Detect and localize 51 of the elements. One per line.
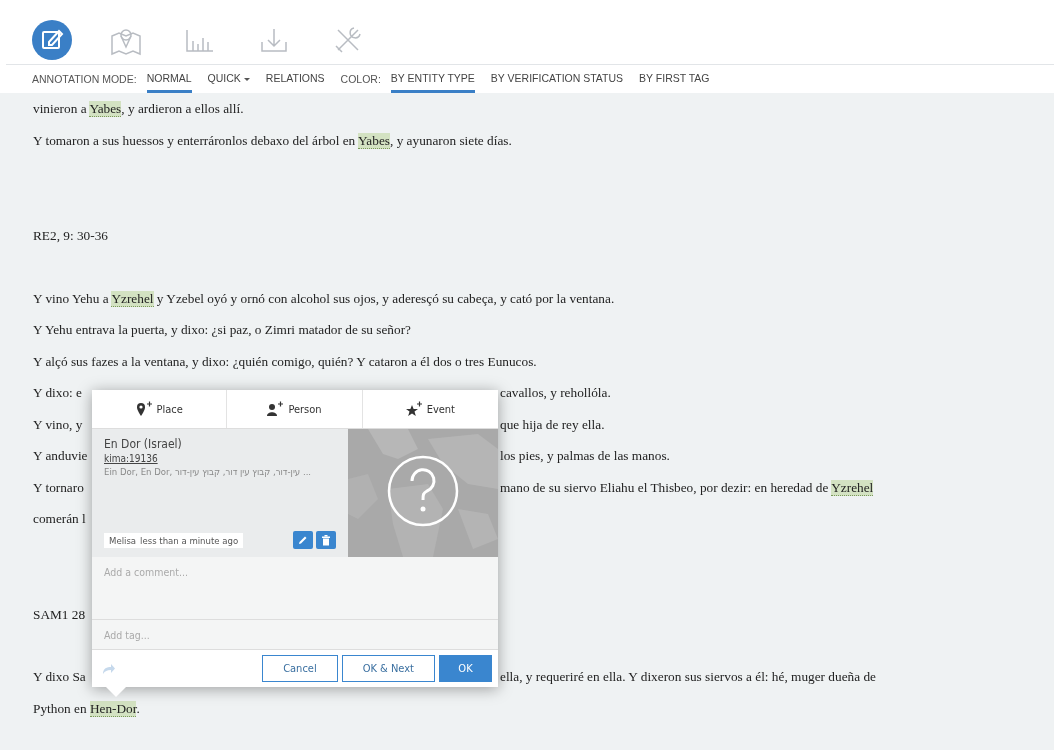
text-line: Python en Hen-Dor. [33, 699, 141, 719]
text-line: los pies, y palmas de las manos. [500, 447, 670, 465]
text-line: cavallos, y rehollóla. [500, 384, 611, 402]
person-plus-icon [267, 401, 285, 417]
entity-highlight[interactable]: Yzrehel [831, 479, 874, 496]
mode-option[interactable]: RELATIONS [265, 65, 325, 93]
timestamp: less than a minute ago [140, 534, 239, 546]
entity-highlight[interactable]: Yabes [358, 132, 390, 149]
author-name: Melisa [109, 534, 137, 546]
mode-option[interactable]: BY FIRST TAG [639, 65, 710, 93]
pin-plus-icon [135, 401, 153, 417]
text-line: Y alçó sus fazes a la ventana, y dixo: ¿quién comigo, quién? Y cataron a él dos o tres Eunucos. [33, 352, 538, 371]
entity-aliases: Ein Dor, En Dor, עין-דור, קבוץ עין דור, קבוץ עין-דור ... [104, 466, 313, 477]
edit-button[interactable] [293, 531, 313, 549]
entity-title: En Dor (Israel) [104, 437, 183, 451]
text-line: Y vino Yehu a Yzrehel y Yzebel oyó y ornó con alcohol sus ojos, y aderesçó su cabeça, y cató por la ventana. [33, 289, 616, 309]
mode-dropdown[interactable]: QUICK [207, 65, 250, 93]
place-tab[interactable]: Place [92, 390, 228, 428]
text-line: comerán l [33, 510, 86, 528]
mode-label: ANNOTATION MODE: [32, 73, 137, 85]
text-line: mano de su siervo Eliahu el Thisbeo, por dezir: en heredad de Yzrehel [500, 478, 874, 498]
caret-icon [243, 77, 250, 81]
text-line: SAM1 28 [33, 605, 86, 624]
text-line: Y tomaron a sus huessos y enterráronlos debaxo del árbol en Yabes, y ayunaron siete días. [33, 131, 513, 151]
person-tab[interactable]: Person [227, 390, 363, 428]
dialog-button[interactable]: OK & Next [341, 655, 435, 682]
star-plus-icon [405, 401, 423, 417]
trash-icon [321, 534, 331, 546]
text-line: Y dixo: e [33, 384, 82, 402]
mode-label: COLOR: [340, 73, 381, 85]
comment-field[interactable]: Add a comment... [92, 557, 498, 620]
text-line: Y tornaro [33, 478, 84, 497]
text-line: vinieron a Yabes, y ardieron a ellos allí. [33, 100, 245, 119]
entity-highlight[interactable]: Yzrehel [111, 290, 154, 307]
text-line: Y dixo Sa [33, 668, 86, 686]
mode-option[interactable]: BY VERIFICATION STATUS [490, 65, 624, 93]
confirm-button[interactable]: OK [439, 655, 492, 682]
event-tab[interactable]: Event [362, 390, 498, 428]
text-line: ella, y requeriré en ella. Y dixeron sus siervos a él: hé, muger dueña de [500, 668, 876, 686]
forward-arrow-icon [102, 662, 116, 675]
section-heading: RE2, 9: 30-36 [33, 227, 109, 245]
pencil-square-tool[interactable] [32, 20, 72, 60]
text-line: Y Yehu entrava la puerta, y dixo: ¿si paz, o Zimri matador de su señor? [33, 321, 412, 339]
pencil-icon [298, 535, 308, 545]
text-line: Y vino, y [33, 415, 83, 434]
tag-field[interactable]: Add tag... [92, 620, 498, 650]
delete-button[interactable] [316, 531, 336, 549]
entity-link[interactable]: kima:19136 [104, 453, 336, 464]
text-line: Y anduvie [33, 447, 88, 465]
dialog-button[interactable]: Cancel [262, 655, 338, 682]
text-line: que hija de rey ella. [500, 415, 605, 434]
